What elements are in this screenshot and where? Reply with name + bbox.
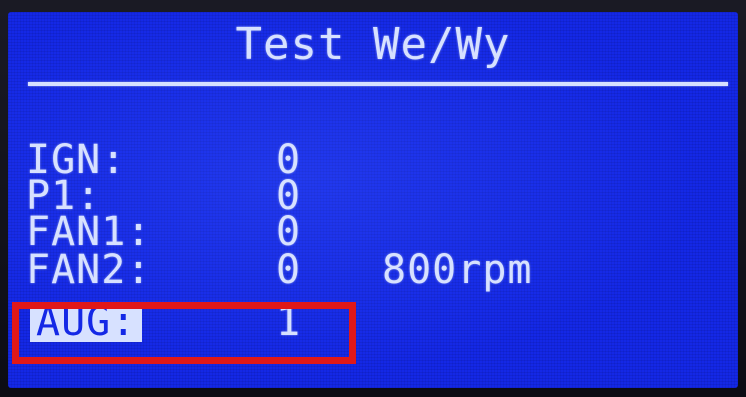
- annotation-highlight-box: [12, 302, 356, 364]
- row-value-fan2: 0: [276, 247, 302, 293]
- device-bezel: Test We/Wy IGN: 0 P1: 0 FAN1: 0 FAN2: 0 …: [0, 0, 746, 397]
- lcd-screen: Test We/Wy IGN: 0 P1: 0 FAN1: 0 FAN2: 0 …: [8, 12, 738, 388]
- screen-title: Test We/Wy: [235, 19, 511, 70]
- fan2-speed-readout: 800rpm: [382, 247, 533, 293]
- row-label-fan1: FAN1:: [26, 209, 152, 255]
- row-value-fan1: 0: [276, 209, 302, 255]
- row-label-fan2: FAN2:: [26, 247, 152, 293]
- title-underline: [28, 82, 728, 86]
